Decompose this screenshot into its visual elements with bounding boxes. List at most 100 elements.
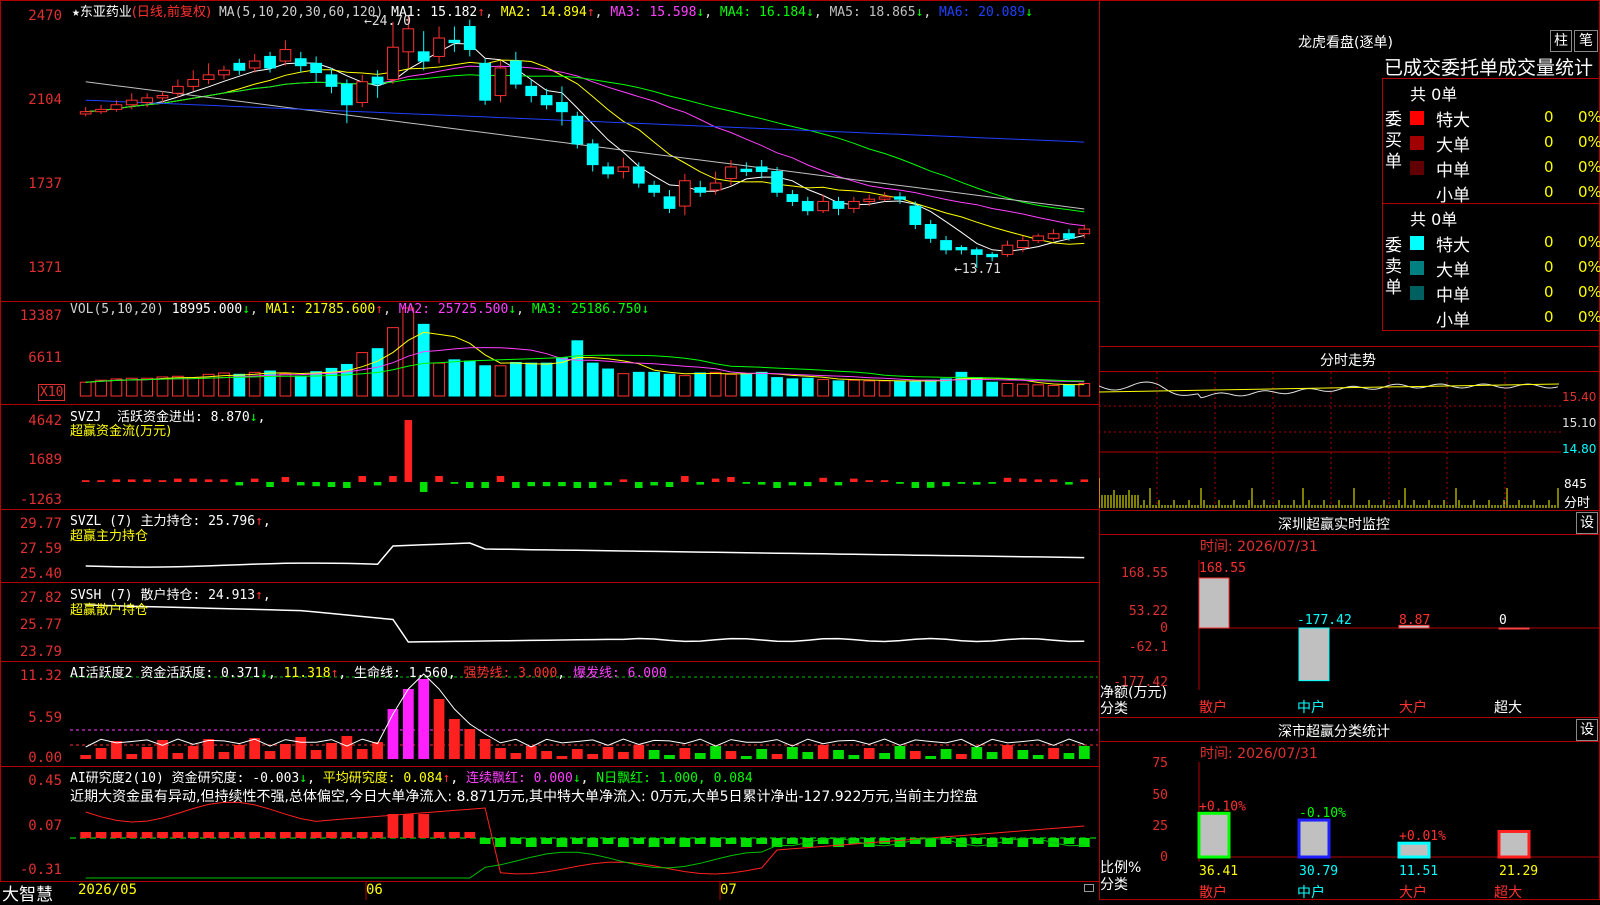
volume-bar (1078, 383, 1091, 397)
vol-header: VOL(5,10,20) 18995.000↓, MA1: 21785.600↑… (70, 302, 650, 317)
sz-stat-category: 散户 (1199, 884, 1227, 900)
volume-bar (863, 380, 876, 397)
ma6-value: MA6: 20.089 (939, 5, 1026, 20)
volume-bar (218, 372, 230, 397)
candle-body (417, 51, 430, 62)
candle-body (678, 180, 691, 207)
low-value: 13.71 (961, 262, 1001, 277)
vol-unit-badge[interactable]: X10 (38, 384, 66, 401)
candle-body (740, 168, 753, 173)
ai-activity-bar (925, 756, 937, 759)
ai-activity-bar (264, 751, 276, 759)
candle-body (832, 200, 845, 209)
main-axis-tick: 2104 (28, 92, 62, 108)
ai-research-bar (479, 838, 491, 844)
svzj-bar (588, 482, 597, 488)
svzj-bar (957, 482, 966, 484)
svzj-bar (220, 479, 228, 482)
ai2-title: 资金活跃度: 0.371 (140, 666, 261, 681)
ai2-burst: 爆发线: 6.000 (572, 666, 667, 681)
ai-activity-bar (341, 736, 353, 759)
ai2-axis-tick: 0.00 (28, 750, 62, 766)
brand-logo[interactable]: 大智慧 (2, 880, 53, 905)
ai-activity-bar (587, 754, 599, 759)
svzj-bar (327, 482, 336, 487)
ai-activity-bar (710, 746, 721, 759)
star-icon[interactable]: ★ (72, 5, 80, 20)
volume-bar (1016, 383, 1029, 397)
ai-activity-bar (694, 753, 706, 759)
volume-bar (632, 371, 645, 397)
candle-body (602, 166, 614, 175)
ai-research-bar (187, 832, 199, 838)
ai-activity-bar (971, 747, 983, 759)
sz-stat-bar (1497, 829, 1531, 859)
ai-activity-bar (95, 748, 107, 759)
ai-research-bar (141, 832, 153, 838)
candle-body (433, 37, 445, 57)
ma3-value: MA3: 15.598 (610, 5, 697, 20)
volume-bar (141, 377, 154, 397)
ai-activity-bar (602, 747, 614, 759)
ai-res-lian: 连续飘红: 0.000 (466, 771, 573, 786)
svzj-bar (1065, 482, 1073, 485)
candle-body (924, 223, 937, 239)
ai-activity-bar (203, 739, 214, 759)
vol-ma1: MA1: 21785.600 (265, 302, 376, 317)
ai-research-bar (725, 838, 737, 844)
volume-bar (1032, 384, 1045, 397)
fenshi-avg-line (1099, 383, 1560, 393)
candle-body (125, 99, 138, 106)
ai-research-bar (787, 838, 798, 844)
sz-monitor-bar (1298, 627, 1330, 682)
lock-icon[interactable] (1084, 884, 1094, 892)
period-label[interactable]: (日线,前复权) (132, 5, 211, 20)
volume-bar (878, 380, 891, 397)
ai-activity-bar (218, 752, 230, 759)
ma1-arrow: ↑ (477, 5, 486, 20)
main-axis-tick: 2470 (28, 8, 62, 24)
svzj-bar (435, 476, 443, 482)
svzj-bar (466, 482, 474, 488)
ai-activity-bar (310, 750, 322, 759)
svzj-bar (635, 482, 643, 488)
stock-terminal: ★东亚药业(日线,前复权) MA(5,10,20,30,60,120) MA1:… (0, 0, 1600, 905)
sz-monitor-value: 8.87 (1399, 613, 1430, 628)
svzj-bar (204, 479, 213, 482)
svzj-bar (297, 482, 305, 486)
candle-body (448, 39, 461, 44)
ai-research-bar (679, 838, 691, 847)
ai-activity-bar (802, 752, 814, 759)
ai-research-bar (464, 832, 476, 838)
svzj-bar (1003, 477, 1012, 482)
svzj-bar (143, 479, 151, 482)
svzj-bar (573, 482, 582, 488)
main-axis-tick: 1737 (28, 176, 62, 192)
ai-activity-bar (80, 755, 92, 759)
svzj-bar (174, 478, 182, 482)
candle-body (970, 249, 983, 255)
volume-bar (909, 381, 922, 397)
volume-bar (187, 377, 200, 397)
svzj-bar (112, 479, 121, 482)
candle-body (509, 60, 522, 85)
ai-activity-bar (1002, 745, 1013, 759)
sz-monitor-value: 0 (1499, 613, 1507, 628)
ai-research-bar (402, 814, 414, 838)
svzj-bar (1080, 479, 1089, 482)
candle-body (1063, 233, 1075, 239)
volume-bar (986, 381, 999, 397)
candle-body (371, 76, 384, 85)
stock-name: 东亚药业 (79, 5, 132, 20)
volume-bar (786, 378, 799, 397)
candle-body (586, 143, 599, 166)
svzl-sub: 超赢主力持仓 (70, 529, 149, 544)
candle-body (171, 85, 184, 94)
candle-body (479, 62, 492, 101)
volume-bar (402, 307, 415, 397)
volume-bar (509, 361, 522, 397)
candle-body (540, 95, 553, 106)
ai2-axis-tick: 5.59 (28, 710, 62, 726)
svzj-bar (773, 482, 781, 488)
ai-research-bar (971, 838, 983, 844)
